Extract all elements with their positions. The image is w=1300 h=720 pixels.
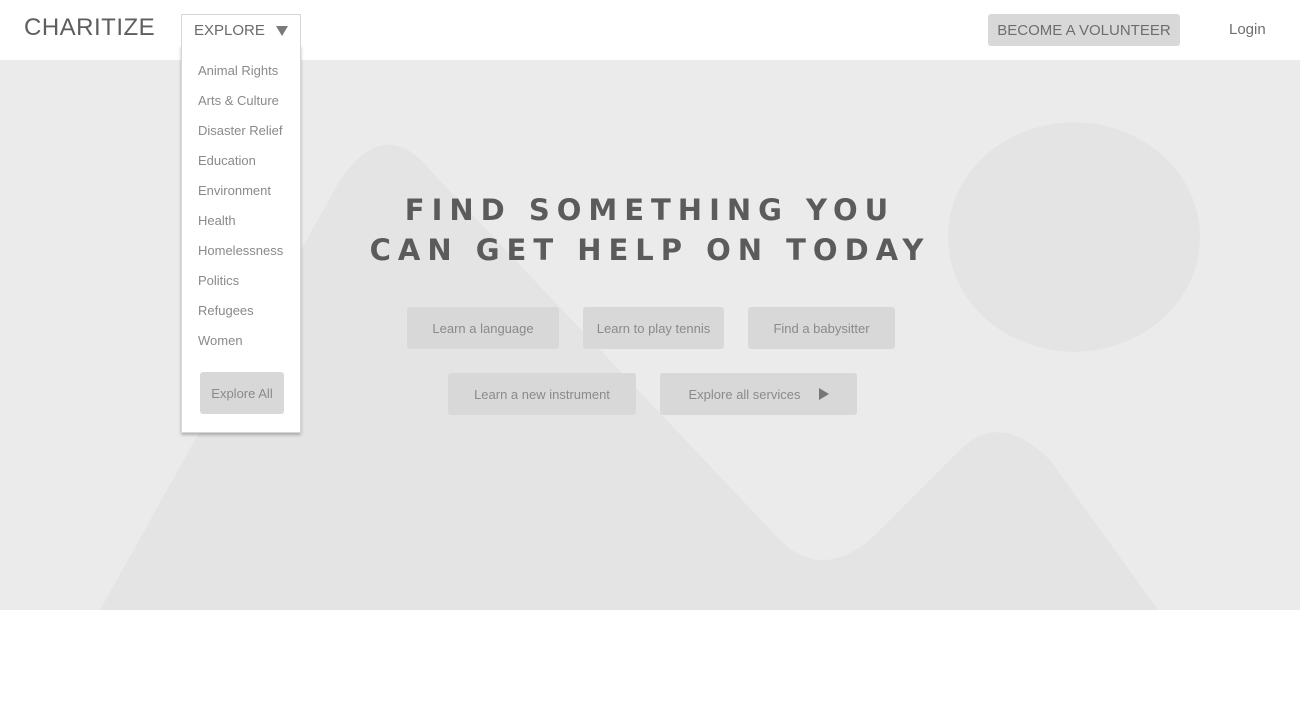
find-babysitter-button[interactable]: Find a babysitter (748, 307, 895, 349)
menu-item-politics[interactable]: Politics (182, 270, 300, 300)
login-link[interactable]: Login (1229, 21, 1266, 38)
explore-dropdown-toggle[interactable]: EXPLORE (181, 14, 301, 46)
hero-title: FIND SOMETHING YOU CAN GET HELP ON TODAY (300, 190, 1000, 270)
learn-tennis-label: Learn to play tennis (596, 320, 711, 336)
menu-item-homelessness[interactable]: Homelessness (182, 240, 300, 270)
hero-title-line-1: FIND SOMETHING YOU (404, 193, 896, 227)
brand-logo[interactable]: CHARITIZE (24, 14, 155, 42)
menu-item-women[interactable]: Women (182, 330, 300, 360)
menu-item-animal-rights[interactable]: Animal Rights (182, 60, 300, 90)
find-babysitter-label: Find a babysitter (773, 320, 870, 336)
become-volunteer-label: BECOME A VOLUNTEER (997, 21, 1171, 39)
explore-dropdown-menu: Animal Rights Arts & Culture Disaster Re… (181, 45, 301, 433)
menu-item-environment[interactable]: Environment (182, 180, 300, 210)
hero-title-line-2: CAN GET HELP ON TODAY (369, 233, 931, 267)
play-icon (818, 388, 829, 400)
caret-down-icon (276, 25, 288, 36)
become-volunteer-button[interactable]: BECOME A VOLUNTEER (988, 14, 1180, 46)
learn-instrument-button[interactable]: Learn a new instrument (448, 373, 636, 415)
menu-item-disaster-relief[interactable]: Disaster Relief (182, 120, 300, 150)
explore-all-services-label: Explore all services (688, 386, 801, 402)
menu-item-arts-culture[interactable]: Arts & Culture (182, 90, 300, 120)
explore-all-button[interactable]: Explore All (200, 372, 284, 414)
menu-item-refugees[interactable]: Refugees (182, 300, 300, 330)
menu-item-health[interactable]: Health (182, 210, 300, 240)
menu-item-education[interactable]: Education (182, 150, 300, 180)
learn-instrument-label: Learn a new instrument (474, 386, 610, 402)
explore-label: EXPLORE (194, 22, 265, 39)
learn-tennis-button[interactable]: Learn to play tennis (583, 307, 724, 349)
learn-language-button[interactable]: Learn a language (407, 307, 559, 349)
explore-all-services-button[interactable]: Explore all services (660, 373, 857, 415)
learn-language-label: Learn a language (432, 320, 534, 336)
